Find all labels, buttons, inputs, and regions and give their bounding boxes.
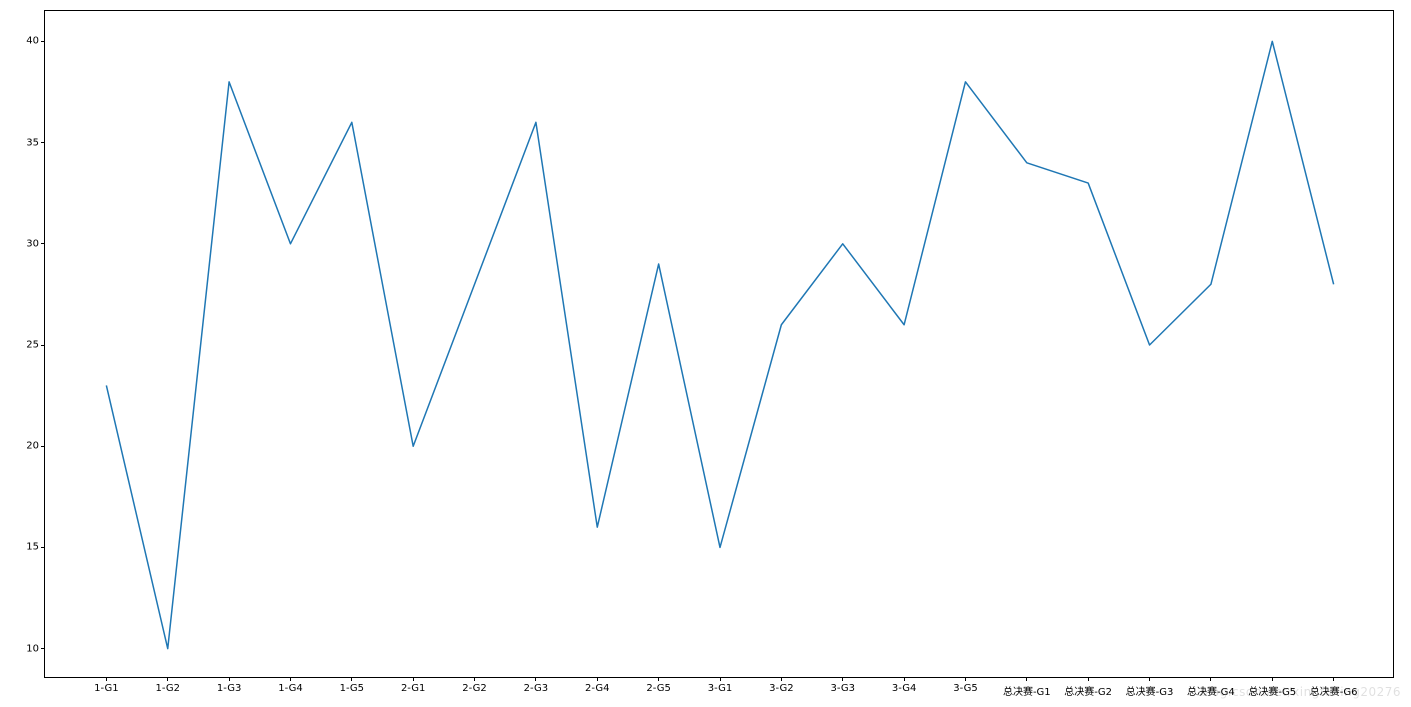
xtick-label: 总决赛-G3 [1126, 677, 1174, 698]
xtick-label: 2-G4 [585, 677, 609, 694]
line-series [45, 11, 1395, 679]
xtick-label: 1-G1 [94, 677, 118, 694]
ytick-label: 35 [26, 137, 45, 148]
xtick-label: 2-G3 [524, 677, 548, 694]
plot-area: 101520253035401-G11-G21-G31-G41-G52-G12-… [44, 10, 1394, 678]
xtick-label: 总决赛-G5 [1248, 677, 1296, 698]
xtick-label: 3-G4 [892, 677, 916, 694]
ytick-label: 10 [26, 643, 45, 654]
xtick-label: 2-G2 [462, 677, 486, 694]
ytick-label: 25 [26, 340, 45, 351]
xtick-label: 3-G5 [953, 677, 977, 694]
ytick-label: 15 [26, 542, 45, 553]
ytick-label: 30 [26, 238, 45, 249]
xtick-label: 总决赛-G1 [1003, 677, 1051, 698]
xtick-label: 总决赛-G2 [1064, 677, 1112, 698]
data-line [106, 41, 1333, 648]
ytick-label: 40 [26, 36, 45, 47]
xtick-label: 2-G5 [646, 677, 670, 694]
xtick-label: 1-G4 [278, 677, 302, 694]
xtick-label: 1-G3 [217, 677, 241, 694]
xtick-label: 总决赛-G6 [1310, 677, 1358, 698]
xtick-label: 3-G3 [830, 677, 854, 694]
xtick-label: 1-G2 [155, 677, 179, 694]
xtick-label: 2-G1 [401, 677, 425, 694]
ytick-label: 20 [26, 441, 45, 452]
xtick-label: 3-G1 [708, 677, 732, 694]
xtick-label: 3-G2 [769, 677, 793, 694]
xtick-label: 1-G5 [340, 677, 364, 694]
figure: 10 15 20 25 30 35 40 1-G1 1-G2 1-G3 1-G4 1-G5 2-G1 2-… [0, 0, 1411, 707]
xtick-label: 总决赛-G4 [1187, 677, 1235, 698]
